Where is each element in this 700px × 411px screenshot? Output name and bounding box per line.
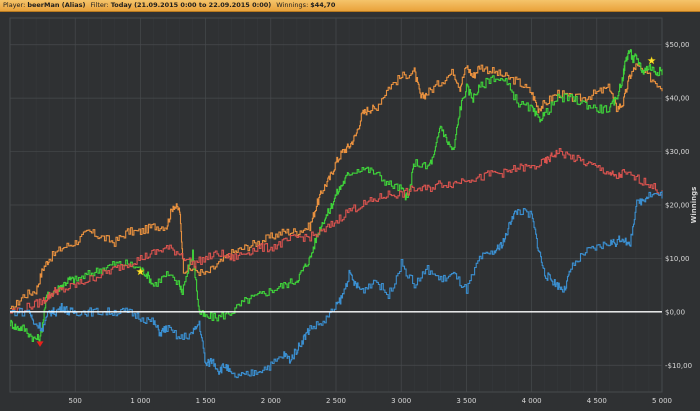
- filter-label: Filter:: [90, 1, 109, 9]
- chart-area: 500 1 000 1 500 2 000 2 500 3 000 3 500 4 000 4 …: [0, 12, 700, 407]
- y-tick-label: -$10,00: [665, 362, 692, 370]
- y-tick-label: $30,00: [665, 148, 690, 156]
- x-tick-label: 2 500: [326, 397, 346, 405]
- x-tick-label: 5 000: [652, 397, 672, 405]
- x-tick-label: 4 000: [522, 397, 542, 405]
- winnings-label: Winnings:: [276, 1, 309, 9]
- player-label: Player:: [3, 1, 26, 9]
- y-tick-label: $20,00: [665, 202, 690, 210]
- filter-value: Today (21.09.2015 0:00 to 22.09.2015 0:0…: [110, 1, 272, 9]
- winnings-value: $44,70: [310, 1, 336, 9]
- x-tick-label: 2 000: [261, 397, 281, 405]
- triangle-down-marker-icon: [36, 341, 44, 347]
- winnings-chart: 500 1 000 1 500 2 000 2 500 3 000 3 500 4 000 4 …: [9, 17, 698, 405]
- x-tick-label: 1 500: [196, 397, 216, 405]
- x-tick-label: 1 000: [130, 397, 150, 405]
- player-value: beerMan (Alias): [27, 1, 86, 9]
- x-tick-label: 4 500: [587, 397, 607, 405]
- y-tick-label: $0,00: [665, 308, 685, 316]
- x-tick-label: 3 500: [456, 397, 476, 405]
- chart-header-bar: Player: beerMan (Alias) Filter: Today (21.…: [0, 0, 700, 12]
- x-tick-label: 500: [69, 397, 82, 405]
- y-axis-label: Winnings: [690, 187, 698, 224]
- y-tick-label: $10,00: [665, 255, 690, 263]
- x-tick-label: 3 000: [391, 397, 411, 405]
- y-tick-label: $40,00: [665, 95, 690, 103]
- y-tick-label: $50,00: [665, 41, 690, 49]
